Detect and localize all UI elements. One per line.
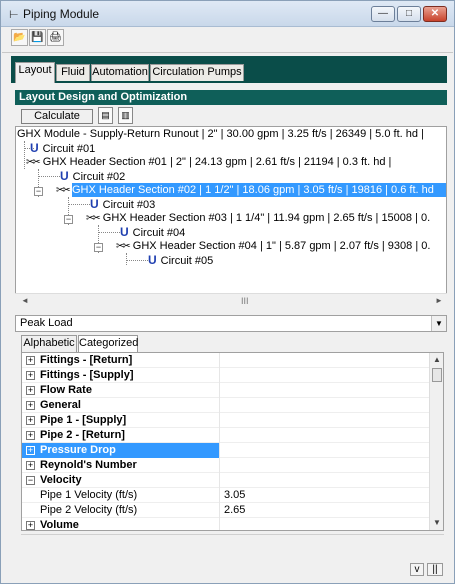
u-loop-icon: U <box>60 169 69 183</box>
layout-tree[interactable]: GHX Module - Supply-Return Runout | 2" |… <box>15 126 447 309</box>
tree-node-circuit-01[interactable]: U Circuit #01 <box>30 141 95 155</box>
property-row[interactable]: Pipe 2 Velocity (ft/s) 2.65 <box>22 503 429 518</box>
property-category-row[interactable]: + Fittings - [Supply] <box>22 368 429 383</box>
calculate-button[interactable]: Calculate <box>21 109 93 124</box>
bottom-v-button[interactable]: v <box>410 563 424 576</box>
collapse-toggle[interactable]: − <box>64 215 73 224</box>
window-title: Piping Module <box>23 7 100 21</box>
tree-root-node[interactable]: GHX Module - Supply-Return Runout | 2" |… <box>17 127 424 141</box>
tab-categorized[interactable]: Categorized <box>78 335 138 352</box>
toolbar-divider <box>2 52 453 53</box>
tree-connector <box>126 253 127 265</box>
tab-alphabetic[interactable]: Alphabetic <box>21 335 77 352</box>
property-value[interactable]: 3.05 <box>222 488 422 503</box>
property-category-row[interactable]: + Pipe 1 - [Supply] <box>22 413 429 428</box>
minimize-button[interactable]: — <box>371 6 395 22</box>
tree-horizontal-scrollbar[interactable]: ◄ III ► <box>15 293 447 309</box>
save-disk-icon[interactable]: 💾 <box>29 29 46 46</box>
expand-icon[interactable]: + <box>26 401 35 410</box>
title-bar: ⊢ Piping Module — □ ✕ <box>1 1 454 27</box>
ghx-header-icon: ✂✂ <box>56 185 71 196</box>
load-select-value: Peak Load <box>20 317 73 329</box>
scroll-thumb[interactable] <box>432 368 442 382</box>
tree-node-header-03[interactable]: ✂✂ GHX Header Section #03 | 1 1/4" | 11.9… <box>86 211 430 225</box>
tab-fluid[interactable]: Fluid <box>56 64 90 81</box>
chevron-down-icon[interactable]: ▼ <box>431 316 446 331</box>
ghx-header-icon: ✂✂ <box>86 213 101 224</box>
tree-node-header-02[interactable]: GHX Header Section #02 | 1 1/2" | 18.06 … <box>72 183 446 197</box>
maximize-button[interactable]: □ <box>397 6 421 22</box>
tree-connector <box>38 176 60 177</box>
expand-icon[interactable]: + <box>26 431 35 440</box>
load-select[interactable]: Peak Load ▼ <box>15 315 447 332</box>
section-title: Layout Design and Optimization <box>15 90 447 105</box>
expand-icon[interactable]: + <box>26 521 35 530</box>
tree-node-circuit-03[interactable]: U Circuit #03 <box>90 197 155 211</box>
property-category-row[interactable]: − Velocity <box>22 473 429 488</box>
expand-icon[interactable]: + <box>26 356 35 365</box>
property-category-row[interactable]: + Volume <box>22 518 429 530</box>
expand-icon[interactable]: + <box>26 461 35 470</box>
ghx-header-icon: ✂✂ <box>26 157 41 168</box>
property-category-row[interactable]: + Pipe 2 - [Return] <box>22 428 429 443</box>
expand-icon[interactable]: + <box>26 446 35 455</box>
tab-layout[interactable]: Layout <box>15 62 55 83</box>
tab-automation[interactable]: Automation <box>91 64 149 81</box>
property-category-row-selected[interactable]: + Pressure Drop <box>22 443 429 458</box>
pipe-app-icon: ⊢ <box>9 9 19 21</box>
u-loop-icon: U <box>90 197 99 211</box>
tree-node-circuit-02[interactable]: U Circuit #02 <box>60 169 125 183</box>
piping-module-window: ⊢ Piping Module — □ ✕ 📂 💾 🖨 Layout Fluid… <box>0 0 455 584</box>
u-loop-icon: U <box>148 253 157 267</box>
tree-node-header-01[interactable]: ✂✂ GHX Header Section #01 | 2" | 24.13 gp… <box>26 155 391 169</box>
report-icon[interactable]: ▤ <box>98 107 113 124</box>
u-loop-icon: U <box>120 225 129 239</box>
details-icon[interactable]: ▥ <box>118 107 133 124</box>
property-category-row[interactable]: + Reynold's Number <box>22 458 429 473</box>
tree-node-header-02-icon[interactable]: ✂✂ <box>56 183 73 197</box>
tree-node-circuit-04[interactable]: U Circuit #04 <box>120 225 185 239</box>
tree-node-header-04[interactable]: ✂✂ GHX Header Section #04 | 1" | 5.87 gpm… <box>116 239 430 253</box>
tab-circulation-pumps[interactable]: Circulation Pumps <box>150 64 244 81</box>
scroll-up-icon[interactable]: ▲ <box>433 355 441 364</box>
expand-icon[interactable]: + <box>26 416 35 425</box>
property-value[interactable]: 2.65 <box>222 503 422 518</box>
bottom-pause-button[interactable]: || <box>427 563 443 576</box>
scroll-thumb-grip[interactable]: III <box>241 296 249 306</box>
ghx-header-icon: ✂✂ <box>116 241 131 252</box>
tree-node-circuit-05[interactable]: U Circuit #05 <box>148 253 213 267</box>
scroll-right-icon[interactable]: ► <box>435 296 443 305</box>
collapse-icon[interactable]: − <box>26 476 35 485</box>
property-description-area <box>21 534 444 574</box>
tree-connector <box>68 204 90 205</box>
property-category-row[interactable]: + Flow Rate <box>22 383 429 398</box>
expand-icon[interactable]: + <box>26 371 35 380</box>
print-icon[interactable]: 🖨 <box>47 29 64 46</box>
open-folder-icon[interactable]: 📂 <box>11 29 28 46</box>
collapse-toggle[interactable]: − <box>34 187 43 196</box>
tree-connector <box>24 141 25 169</box>
scroll-left-icon[interactable]: ◄ <box>21 296 29 305</box>
property-category-row[interactable]: + General <box>22 398 429 413</box>
property-vertical-scrollbar[interactable]: ▲ ▼ <box>429 353 443 530</box>
module-tabstrip: Layout Fluid Automation Circulation Pump… <box>11 56 447 83</box>
property-category-row[interactable]: + Fittings - [Return] <box>22 353 429 368</box>
u-loop-icon: U <box>30 141 39 155</box>
scroll-down-icon[interactable]: ▼ <box>433 518 441 527</box>
property-row[interactable]: Pipe 1 Velocity (ft/s) 3.05 <box>22 488 429 503</box>
close-button[interactable]: ✕ <box>423 6 447 22</box>
property-grid[interactable]: + Fittings - [Return] + Fittings - [Supply… <box>21 352 444 531</box>
tree-connector <box>98 232 120 233</box>
expand-icon[interactable]: + <box>26 386 35 395</box>
collapse-toggle[interactable]: − <box>94 243 103 252</box>
tree-connector <box>126 260 148 261</box>
